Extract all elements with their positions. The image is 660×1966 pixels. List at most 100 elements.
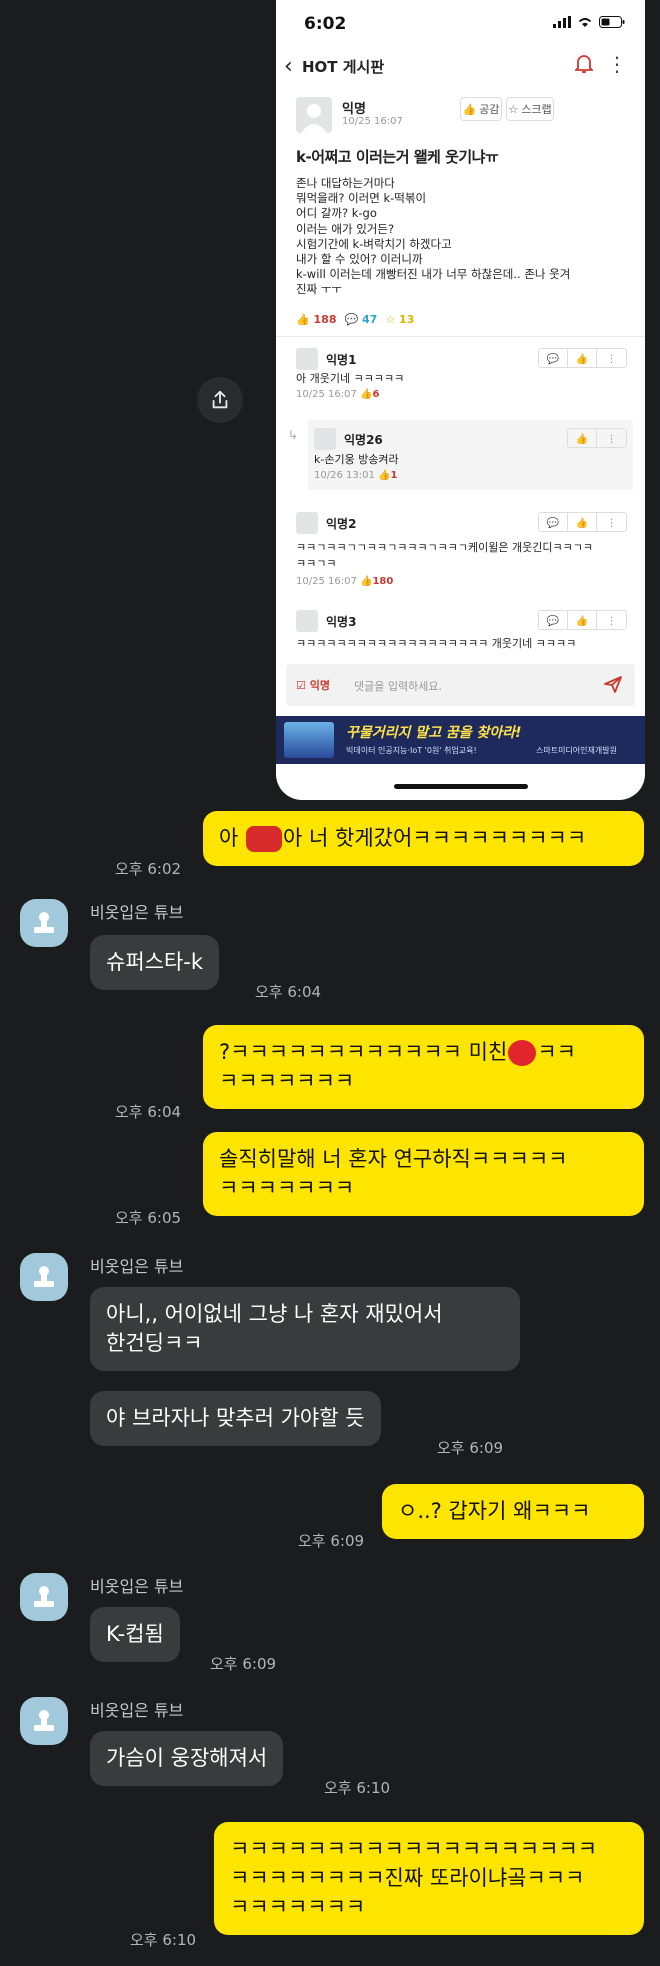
thumbs-up-icon[interactable]: 👍 [568,429,597,447]
sender-name: 비옷입은 튜브 [90,1701,184,1720]
sender-name: 비옷입은 튜브 [90,1577,184,1596]
avatar[interactable] [20,1697,68,1745]
scrap-button[interactable]: ☆ 스크랩 [506,97,554,121]
divider [276,336,645,337]
avatar[interactable] [20,899,68,947]
more-icon[interactable]: ⋮ [607,52,627,76]
more-icon[interactable]: ⋮ [597,349,626,367]
post-author: 익명 [342,102,366,117]
other-message-bubble[interactable]: K-컵됨 [90,1607,180,1662]
default-profile-icon [34,912,54,933]
comment-input-bar: ☑ 익명 댓글을 입력하세요. [286,664,635,706]
comment-avatar [296,610,318,632]
comment-author: 익명3 [326,615,357,629]
other-message-bubble[interactable]: 야 브라자나 맞추러 가야할 듯 [90,1391,381,1446]
comment-item: 익명3 💬 👍 ⋮ ㅋㅋㅋㅋㅋㅋㅋㅋㅋㅋㅋㅋㅋㅋㅋㅋㅋㅋㅋ 개웃기네 ㅋㅋㅋㅋ [286,606,635,656]
comment-text: k-손기웅 방송켜라 [314,453,399,466]
comment-meta: 10/26 13:01 👍1 [314,470,398,481]
post-title: k-어쩌고 이러는거 왤케 웃기냐ㅠ [296,148,499,166]
more-icon[interactable]: ⋮ [597,513,626,531]
message-time: 오후 6:04 [255,983,322,1001]
ad-subtext: 빅데이터 인공지능·IoT '0원' 취업교육! [346,746,477,755]
send-icon[interactable] [603,674,623,698]
board-nav-bar: ‹ HOT 게시판 ⋮ [276,50,645,84]
comment-avatar [314,428,336,450]
reply-arrow-icon: ↳ [288,428,299,442]
reply-icon[interactable]: 💬 [539,349,568,367]
message-time: 오후 6:10 [130,1931,197,1949]
avatar[interactable] [20,1573,68,1621]
signal-icon [553,16,571,28]
default-profile-icon [34,1586,54,1607]
ad-banner[interactable]: 꾸물거리지 말고 꿈을 찾아라! 빅데이터 인공지능·IoT '0원' 취업교육… [276,716,645,764]
bell-icon[interactable] [573,54,595,78]
ad-headline: 꾸물거리지 말고 꿈을 찾아라! [346,725,522,741]
my-message-bubble[interactable]: 아 아 너 핫게갔어ㅋㅋㅋㅋㅋㅋㅋㅋㅋ [203,811,644,866]
message-time: 오후 6:04 [115,1103,182,1121]
comment-avatar [296,512,318,534]
like-count: 👍 188 [296,313,337,326]
my-message-bubble[interactable]: ㅋㅋㅋㅋㅋㅋㅋㅋㅋㅋㅋㅋㅋㅋㅋㅋㅋㅋㅋ ㅋㅋㅋㅋㅋㅋㅋㅋ진짜 또라이냐곸ㅋㅋㅋ … [214,1822,644,1935]
shared-screenshot-image[interactable]: 6:02 ‹ HOT 게시판 ⋮ 익명 10/25 16:07 👍 공감 ☆ 스크랩… [276,0,645,800]
more-icon[interactable]: ⋮ [597,429,626,447]
status-time: 6:02 [304,14,347,34]
ad-brand: 스마트미디어인재개발원 [536,746,617,755]
ad-image [284,722,334,758]
message-time: 오후 6:09 [298,1532,365,1550]
post-time: 10/25 16:07 [342,116,403,127]
comment-text-continued: ㅋㅋㄱㅋ [296,557,337,570]
message-time: 오후 6:05 [115,1209,182,1227]
anon-checkbox[interactable]: ☑ 익명 [296,677,330,693]
star-icon: ☆ [508,102,519,116]
thumbs-up-icon[interactable]: 👍 [568,349,597,367]
comment-actions: 👍 ⋮ [567,428,627,448]
message-time: 오후 6:09 [437,1439,504,1457]
comment-item: 익명2 💬 👍 ⋮ ㅋㅋㄱㅋㅋㄱㄱㅋㅋㄱㅋㅋㅋㄱㅋㅋㄱ케이윌은 개웃긴디ㅋㅋㄱㅋ ㅋ… [286,508,635,590]
thumbs-up-icon[interactable]: 👍 [568,611,597,629]
other-message-bubble[interactable]: 가슴이 웅장해져서 [90,1731,284,1786]
sender-name: 비옷입은 튜브 [90,903,184,922]
my-message-bubble[interactable]: 솔직히말해 너 혼자 연구하직ㅋㅋㅋㅋㅋ ㅋㅋㅋㅋㅋㅋㅋ [203,1132,644,1216]
like-button[interactable]: 👍 공감 [460,97,502,121]
back-icon[interactable]: ‹ [284,54,293,79]
default-profile-icon [34,1710,54,1731]
message-time: 오후 6:10 [324,1779,391,1797]
avatar[interactable] [20,1253,68,1301]
comment-text: ㅋㅋㅋㅋㅋㅋㅋㅋㅋㅋㅋㅋㅋㅋㅋㅋㅋㅋㅋ 개웃기네 ㅋㅋㅋㅋ [296,637,577,650]
reply-item: 익명26 👍 ⋮ k-손기웅 방송켜라 10/26 13:01 👍1 [308,420,633,490]
comment-author: 익명26 [344,433,383,447]
comment-actions: 💬 👍 ⋮ [538,348,627,368]
wifi-icon [578,18,592,27]
checkbox-icon: ☑ [296,679,306,692]
comment-meta: 10/25 16:07 👍180 [296,576,394,587]
my-message-bubble[interactable]: ?ㅋㅋㅋㅋㅋㅋㅋㅋㅋㅋㅋㅋ 미친 ㅋㅋ ㅋㅋㅋㅋㅋㅋㅋ [203,1025,644,1109]
status-bar: 6:02 [276,8,645,42]
other-message-bubble[interactable]: 아니,, 어이없네 그냥 나 혼자 재밌어서 한건딩ㅋㅋ [90,1287,520,1371]
comment-text: 아 개웃기네 ㅋㅋㅋㅋㅋ [296,372,405,385]
home-indicator [394,784,528,789]
reply-icon[interactable]: 💬 [539,513,568,531]
censor-mark [508,1040,537,1066]
sender-name: 비옷입은 튜브 [90,1257,184,1276]
scrap-count: ☆ 13 [385,313,415,326]
comment-input[interactable]: 댓글을 입력하세요. [354,678,442,694]
message-time: 오후 6:09 [210,1655,277,1673]
board-title: HOT 게시판 [302,58,385,76]
comment-avatar [296,348,318,370]
comment-item: 익명1 💬 👍 ⋮ 아 개웃기네 ㅋㅋㅋㅋㅋ 10/25 16:07 👍6 [286,344,635,400]
comment-actions: 💬 👍 ⋮ [538,512,627,532]
comment-meta: 10/25 16:07 👍6 [296,389,380,400]
censor-mark [246,826,283,852]
thumbs-up-icon[interactable]: 👍 [568,513,597,531]
share-button[interactable] [197,377,243,423]
message-time: 오후 6:02 [115,860,182,878]
reply-icon[interactable]: 💬 [539,611,568,629]
my-message-bubble[interactable]: ㅇ..? 갑자기 왜ㅋㅋㅋ [382,1484,644,1539]
other-message-bubble[interactable]: 슈퍼스타-k [90,935,220,990]
post-stats: 👍 188 💬 47 ☆ 13 [296,313,414,326]
more-icon[interactable]: ⋮ [597,611,626,629]
battery-icon [599,16,625,28]
default-profile-icon [34,1266,54,1287]
comment-actions: 💬 👍 ⋮ [538,610,627,630]
share-icon [212,390,228,409]
